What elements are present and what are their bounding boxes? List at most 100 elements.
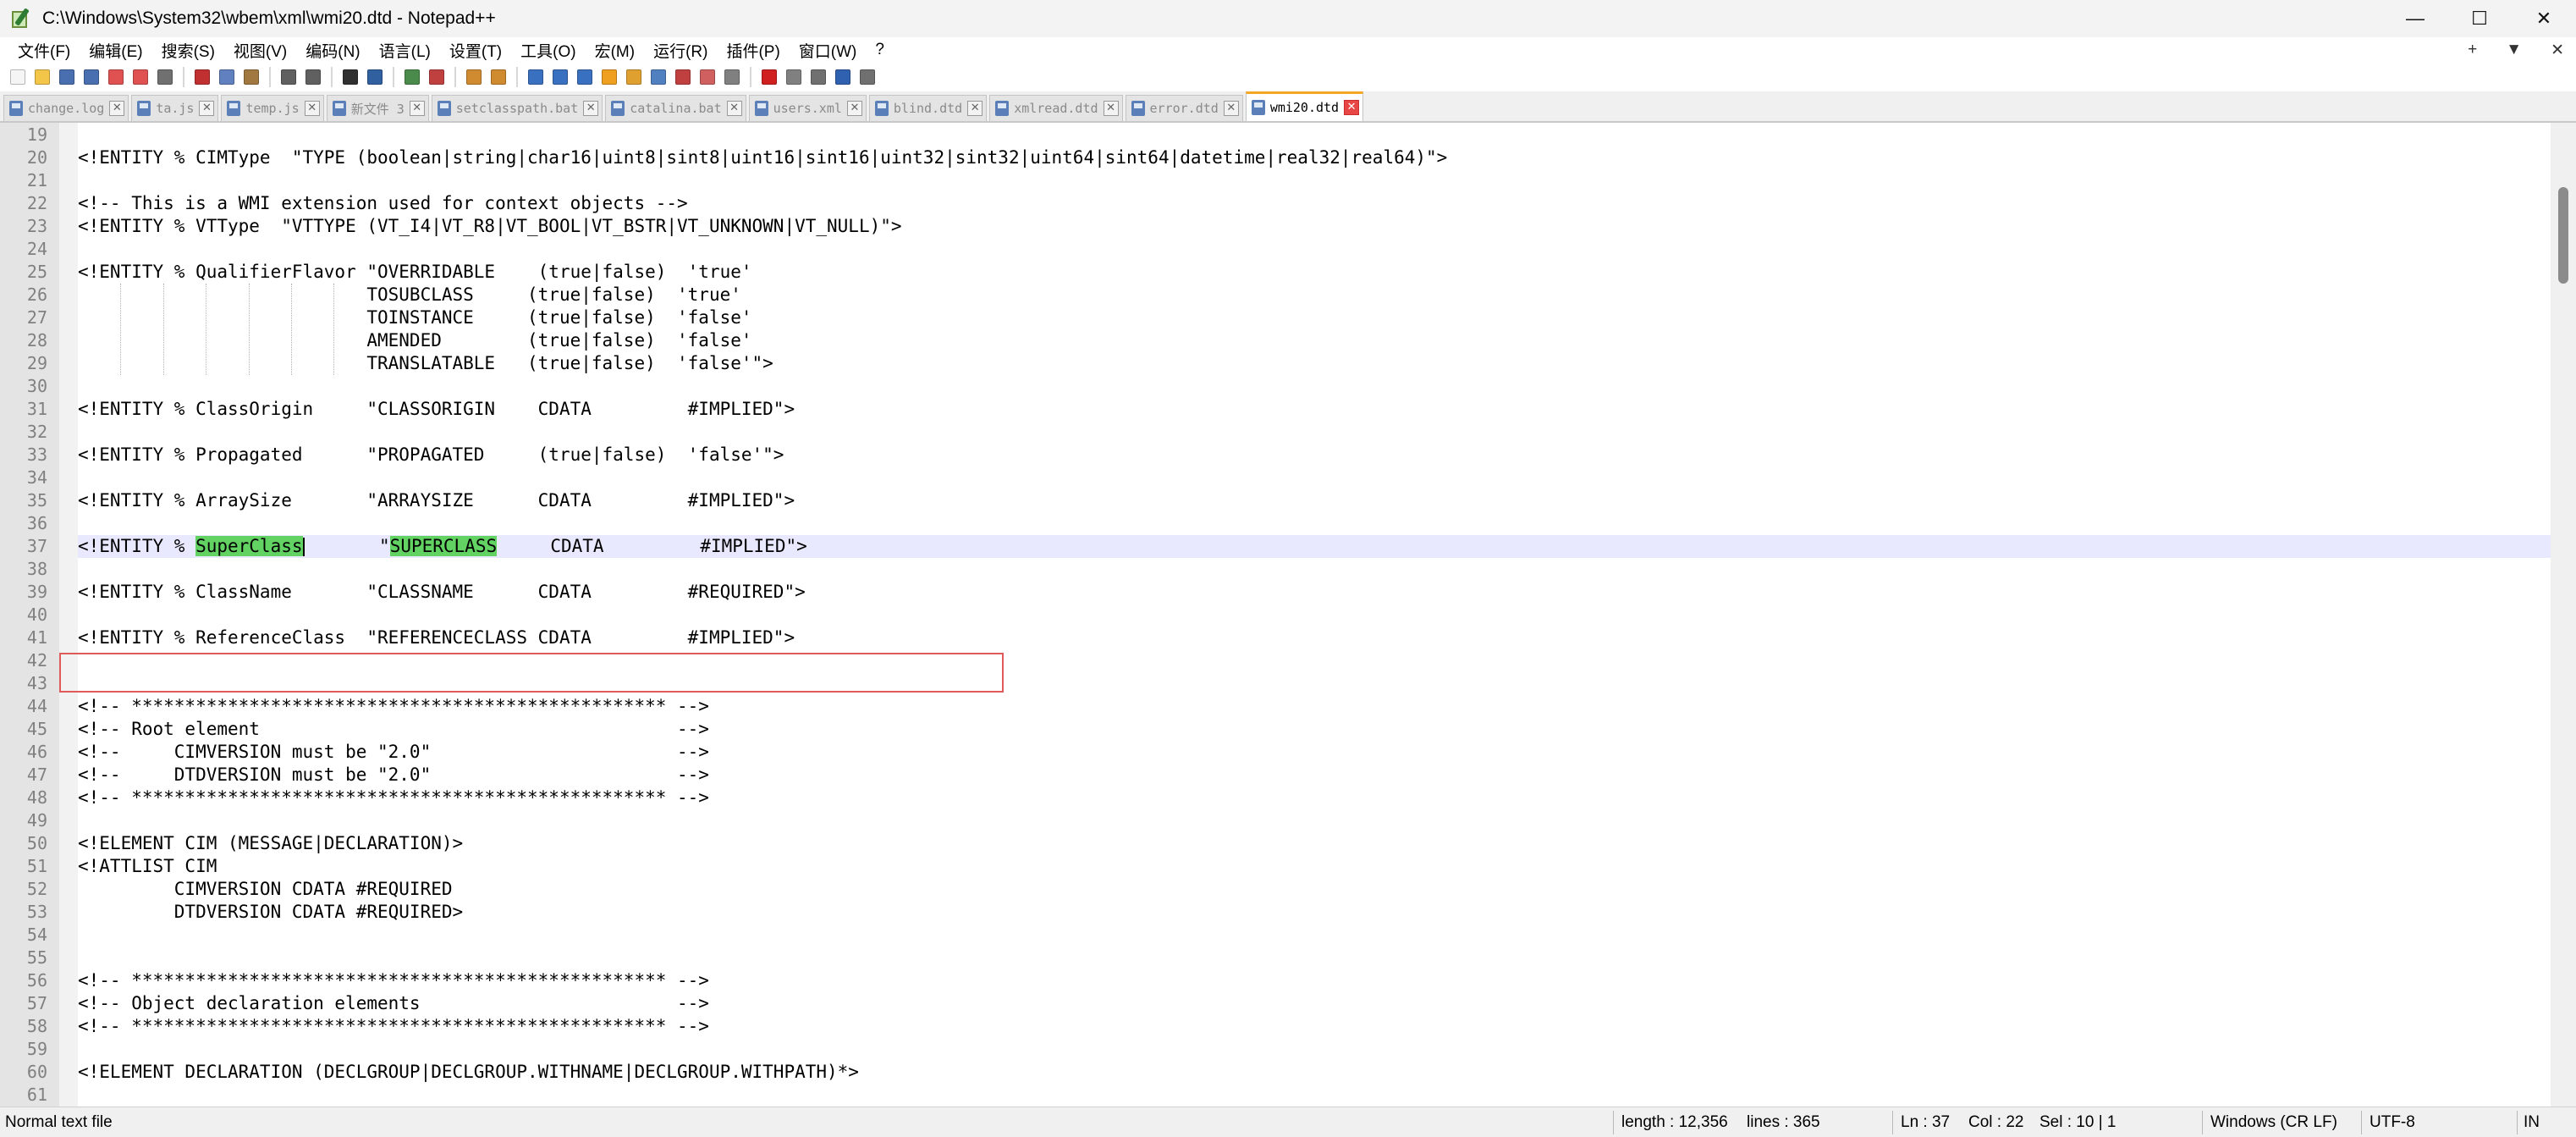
open-file-button[interactable]	[31, 66, 53, 88]
tab-close-icon[interactable]: ✕	[1103, 101, 1119, 116]
code-line[interactable]: 21	[27, 169, 2551, 192]
code-line[interactable]: 55	[27, 947, 2551, 969]
fold-margin[interactable]	[59, 123, 78, 1107]
vertical-scrollbar[interactable]	[2551, 123, 2576, 1107]
tab-list-dropdown-button[interactable]: ▼	[2506, 41, 2522, 59]
code-line[interactable]: 52 CIMVERSION CDATA #REQUIRED	[27, 878, 2551, 901]
doc-list-button[interactable]	[647, 66, 669, 88]
maximize-button[interactable]: ☐	[2447, 0, 2512, 37]
menu-item-4[interactable]: 编码(N)	[296, 39, 369, 62]
code-line[interactable]: 57 <!-- Object declaration elements -->	[27, 992, 2551, 1015]
menu-item-9[interactable]: 运行(R)	[644, 39, 717, 62]
code-line[interactable]: 53 DTDVERSION CDATA #REQUIRED>	[27, 901, 2551, 924]
tab-8[interactable]: xmlread.dtd ✕	[989, 95, 1123, 121]
code-line[interactable]: 50 <!ELEMENT CIM (MESSAGE|DECLARATION)>	[27, 832, 2551, 855]
save-button[interactable]	[56, 66, 78, 88]
code-line[interactable]: 36	[27, 512, 2551, 535]
code-line[interactable]: 30	[27, 375, 2551, 398]
code-line[interactable]: 59	[27, 1038, 2551, 1061]
record-macro-button[interactable]	[758, 66, 780, 88]
tab-5[interactable]: catalina.bat ✕	[605, 95, 746, 121]
playback-button[interactable]	[807, 66, 829, 88]
code-line[interactable]: 28 AMENDED (true|false) 'false'	[27, 329, 2551, 352]
close-file-button[interactable]	[105, 66, 127, 88]
tab-close-icon[interactable]: ✕	[583, 101, 599, 116]
code-line[interactable]: 38	[27, 558, 2551, 581]
code-line[interactable]: 41 <!ENTITY % ReferenceClass "REFERENCECL…	[27, 626, 2551, 649]
close-all-button[interactable]	[129, 66, 151, 88]
show-all-chars-button[interactable]	[549, 66, 571, 88]
code-line[interactable]: 51 <!ATTLIST CIM	[27, 855, 2551, 878]
code-line[interactable]: 26 TOSUBCLASS (true|false) 'true'	[27, 284, 2551, 306]
zoom-in-button[interactable]	[401, 66, 423, 88]
function-list-button[interactable]	[672, 66, 694, 88]
menu-item-3[interactable]: 视图(V)	[224, 39, 296, 62]
print-button[interactable]	[154, 66, 176, 88]
code-line[interactable]: 32	[27, 421, 2551, 444]
code-line[interactable]: 25 <!ENTITY % QualifierFlavor "OVERRIDABL…	[27, 261, 2551, 284]
menu-item-10[interactable]: 插件(P)	[717, 39, 789, 62]
menu-item-2[interactable]: 搜索(S)	[152, 39, 224, 62]
menu-item-7[interactable]: 工具(O)	[511, 39, 585, 62]
close-document-button[interactable]: ✕	[2551, 41, 2564, 60]
save-all-button[interactable]	[80, 66, 102, 88]
tab-0[interactable]: change.log ✕	[3, 95, 129, 121]
tab-close-icon[interactable]: ✕	[109, 101, 125, 116]
menu-item-5[interactable]: 语言(L)	[370, 39, 440, 62]
menu-item-1[interactable]: 编辑(E)	[80, 39, 151, 62]
code-line[interactable]: 49	[27, 809, 2551, 832]
new-tab-plus-button[interactable]: +	[2468, 41, 2477, 59]
code-line[interactable]: 44 <!-- *********************************…	[27, 695, 2551, 718]
editor[interactable]: 19 20 <!ENTITY % CIMType "TYPE (boolean|st…	[0, 123, 2576, 1107]
sync-horizontal-button[interactable]	[487, 66, 509, 88]
tab-close-icon[interactable]: ✕	[1223, 101, 1239, 116]
code-line[interactable]: 27 TOINSTANCE (true|false) 'false'	[27, 306, 2551, 329]
monitoring-button[interactable]	[721, 66, 743, 88]
redo-button[interactable]	[302, 66, 324, 88]
code-line[interactable]: 34	[27, 466, 2551, 489]
doc-map-button[interactable]	[623, 66, 645, 88]
status-encoding[interactable]: UTF-8	[2370, 1107, 2415, 1137]
tab-9[interactable]: error.dtd ✕	[1125, 95, 1243, 121]
code-area[interactable]: 19 20 <!ENTITY % CIMType "TYPE (boolean|st…	[27, 123, 2551, 1107]
close-window-button[interactable]: ✕	[2512, 0, 2576, 37]
new-file-button[interactable]	[7, 66, 29, 88]
menu-item-8[interactable]: 宏(M)	[586, 39, 644, 62]
code-line[interactable]: 40	[27, 604, 2551, 626]
code-line[interactable]: 48 <!-- *********************************…	[27, 787, 2551, 809]
code-line[interactable]: 24	[27, 238, 2551, 261]
folder-workspace-button[interactable]	[696, 66, 718, 88]
tab-2[interactable]: temp.js ✕	[221, 95, 324, 121]
udl-button[interactable]	[598, 66, 620, 88]
code-line[interactable]: 31 <!ENTITY % ClassOrigin "CLASSORIGIN CD…	[27, 398, 2551, 421]
tab-close-icon[interactable]: ✕	[199, 101, 215, 116]
code-line[interactable]: 42	[27, 649, 2551, 672]
scrollbar-thumb[interactable]	[2558, 187, 2568, 284]
code-line[interactable]: 47 <!-- DTDVERSION must be "2.0" -->	[27, 764, 2551, 787]
code-line[interactable]: 37 <!ENTITY % SuperClass "SUPERCLASS CDAT…	[27, 535, 2551, 558]
code-line[interactable]: 19	[27, 124, 2551, 146]
tab-3[interactable]: 新文件 3 ✕	[326, 95, 429, 121]
tab-close-icon[interactable]: ✕	[967, 101, 983, 116]
copy-button[interactable]	[216, 66, 238, 88]
tab-close-icon[interactable]: ✕	[726, 101, 742, 116]
code-line[interactable]: 56 <!-- *********************************…	[27, 969, 2551, 992]
code-line[interactable]: 58 <!-- *********************************…	[27, 1015, 2551, 1038]
code-line[interactable]: 43	[27, 672, 2551, 695]
save-macro-button[interactable]	[856, 66, 878, 88]
code-line[interactable]: 29 TRANSLATABLE (true|false) 'false'">	[27, 352, 2551, 375]
menu-item-0[interactable]: 文件(F)	[8, 39, 80, 62]
replace-button[interactable]	[364, 66, 386, 88]
tab-close-icon[interactable]: ✕	[1344, 100, 1360, 115]
code-line[interactable]: 39 <!ENTITY % ClassName "CLASSNAME CDATA …	[27, 581, 2551, 604]
stop-record-button[interactable]	[783, 66, 805, 88]
undo-button[interactable]	[278, 66, 300, 88]
run-macro-multiple-button[interactable]	[832, 66, 854, 88]
menu-item-11[interactable]: 窗口(W)	[790, 39, 867, 62]
code-line[interactable]: 23 <!ENTITY % VTType "VTTYPE (VT_I4|VT_R8…	[27, 215, 2551, 238]
code-line[interactable]: 46 <!-- CIMVERSION must be "2.0" -->	[27, 741, 2551, 764]
tab-1[interactable]: ta.js ✕	[131, 95, 219, 121]
code-line[interactable]: 20 <!ENTITY % CIMType "TYPE (boolean|stri…	[27, 146, 2551, 169]
tab-close-icon[interactable]: ✕	[409, 101, 425, 116]
tab-4[interactable]: setclasspath.bat ✕	[431, 95, 603, 121]
